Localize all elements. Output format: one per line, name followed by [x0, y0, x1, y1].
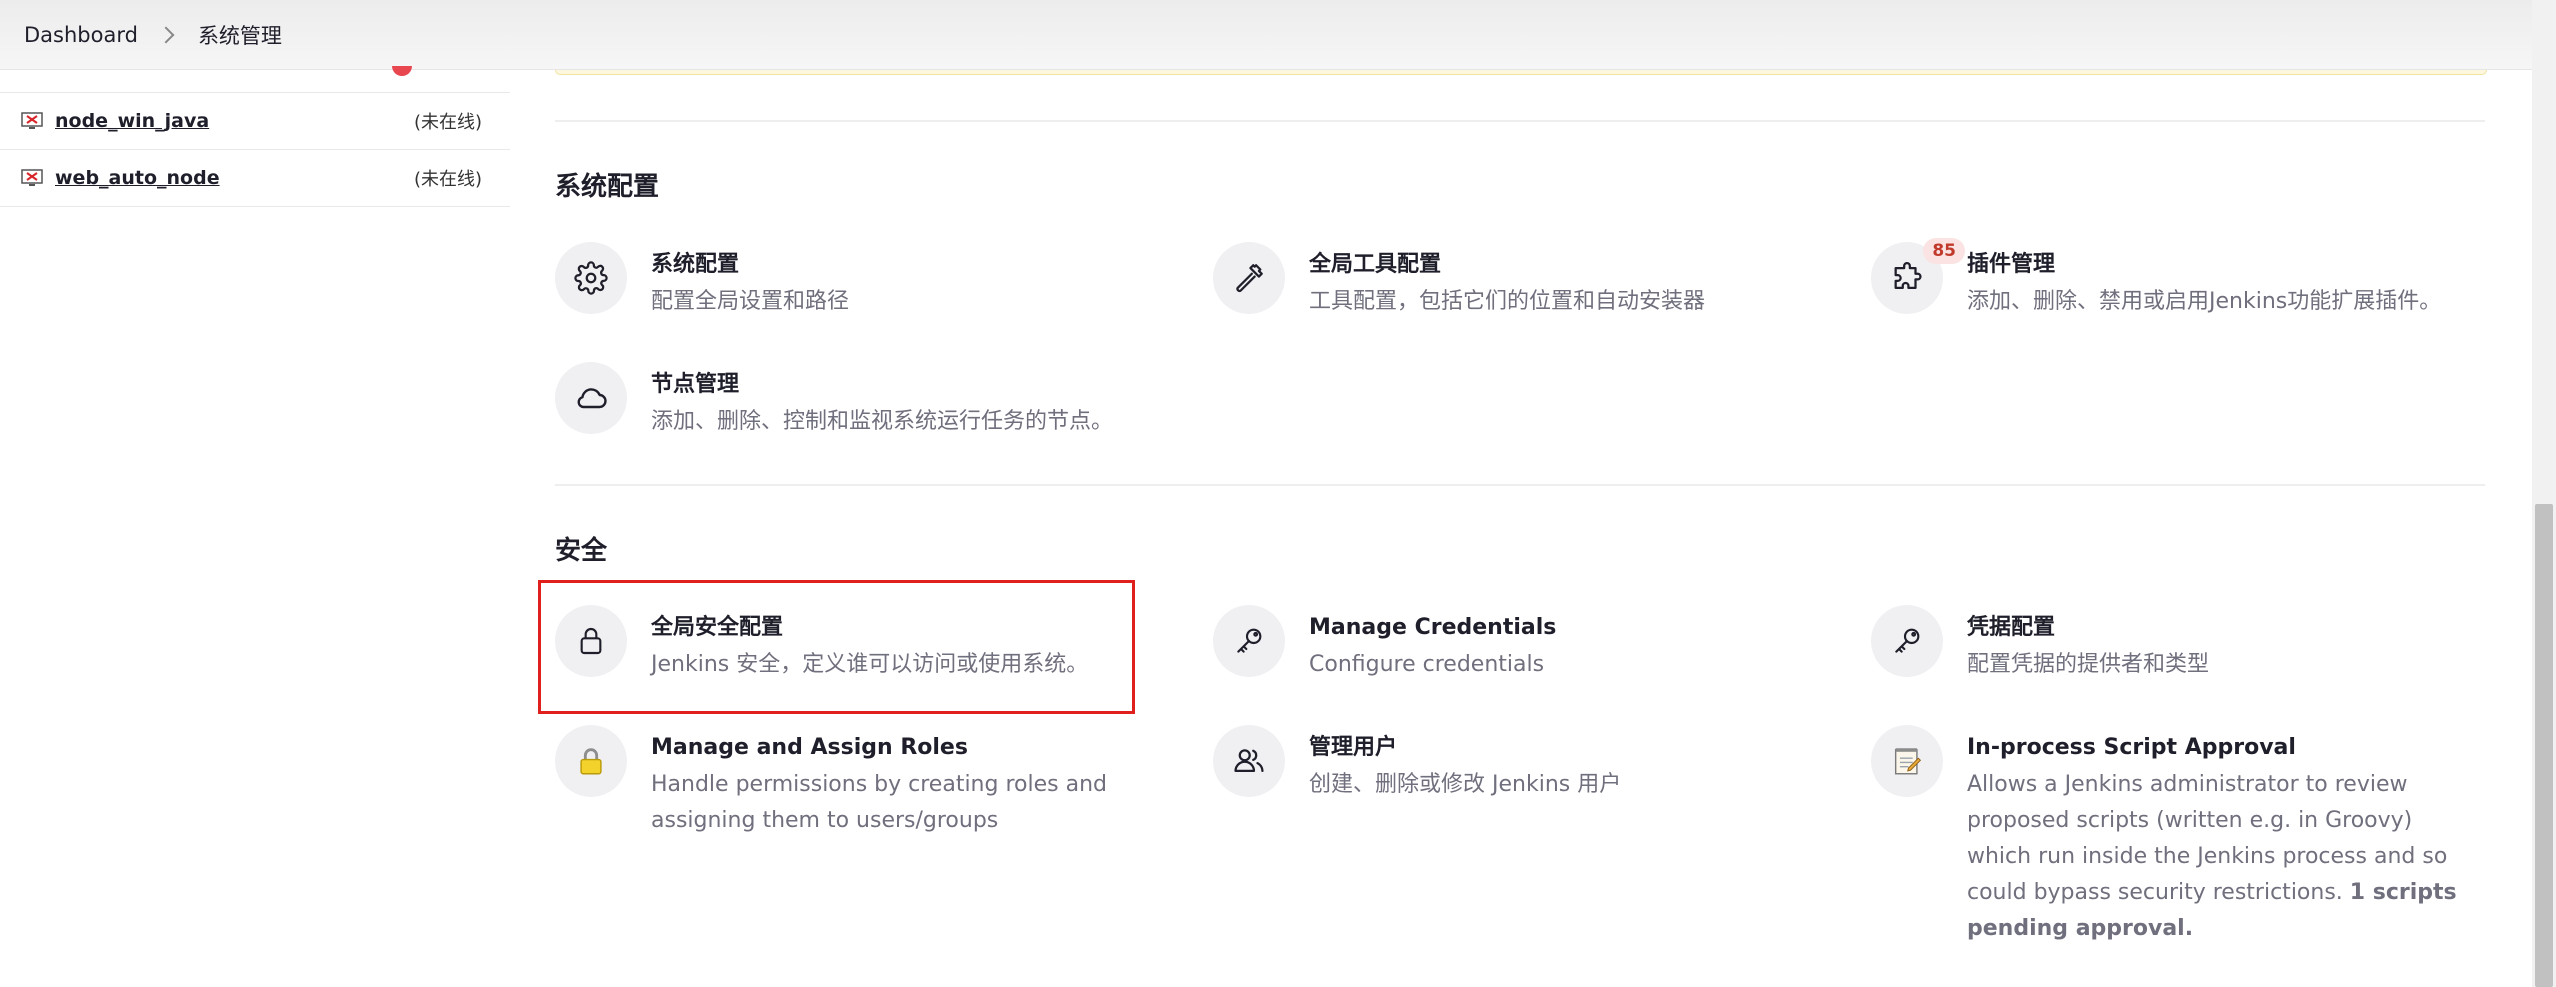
item-title: 凭据配置: [1967, 615, 2056, 640]
node-status: (未在线): [413, 112, 482, 133]
item-description: 配置全局设置和路径: [651, 289, 850, 314]
sidebar-node-list: node_win_java (未在线) web_auto_node (未在线): [0, 66, 510, 207]
divider: [555, 120, 2485, 122]
key-icon: [1871, 605, 1943, 677]
link-manage-assign-roles[interactable]: Manage and Assign Roles Handle permissio…: [555, 725, 1195, 839]
top-bar: Dashboard 系统管理: [0, 0, 2532, 70]
item-title: In-process Script Approval: [1967, 735, 2296, 760]
update-count-badge: 85: [1923, 238, 1965, 264]
status-badge: [392, 66, 412, 76]
sidebar-row-partial: [0, 66, 510, 93]
node-link[interactable]: node_win_java: [55, 110, 209, 132]
key-icon: [1213, 605, 1285, 677]
node-status: (未在线): [413, 169, 482, 190]
item-description: Configure credentials: [1309, 652, 1545, 677]
cloud-icon: [555, 362, 627, 434]
node-row: web_auto_node (未在线): [0, 150, 510, 207]
section-title-security: 安全: [555, 536, 608, 566]
breadcrumb-current: 系统管理: [197, 23, 282, 48]
item-description: 添加、删除、禁用或启用Jenkins功能扩展插件。: [1967, 289, 2442, 314]
link-manage-users[interactable]: 管理用户 创建、删除或修改 Jenkins 用户: [1213, 725, 1853, 803]
link-system-config[interactable]: 系统配置 配置全局设置和路径: [555, 242, 1195, 320]
offline-computer-icon: [21, 169, 43, 187]
item-title: 全局工具配置: [1309, 252, 1442, 277]
item-description: 创建、删除或修改 Jenkins 用户: [1309, 772, 1622, 797]
users-icon: [1213, 725, 1285, 797]
item-description: Handle permissions by creating roles and…: [651, 772, 1107, 833]
item-title: 系统配置: [651, 252, 740, 277]
item-description: Allows a Jenkins administrator to review…: [1967, 767, 2477, 947]
puzzle-icon: 85: [1871, 238, 1965, 314]
scrollbar-thumb[interactable]: [2535, 504, 2553, 987]
highlight-box: [538, 580, 1135, 714]
scrollbar[interactable]: [2532, 0, 2556, 987]
item-description: 添加、删除、控制和监视系统运行任务的节点。: [651, 409, 1114, 434]
item-description: 工具配置，包括它们的位置和自动安装器: [1309, 289, 1706, 314]
yellow-lock-icon: [555, 725, 627, 797]
link-script-approval[interactable]: In-process Script Approval Allows a Jenk…: [1871, 725, 2511, 947]
link-global-tool-config[interactable]: 全局工具配置 工具配置，包括它们的位置和自动安装器: [1213, 242, 1853, 320]
item-title: 节点管理: [651, 372, 740, 397]
item-description: 配置凭据的提供者和类型: [1967, 652, 2210, 677]
section-title-system: 系统配置: [555, 172, 660, 202]
breadcrumb-dashboard[interactable]: Dashboard: [24, 23, 138, 47]
item-title: 管理用户: [1309, 735, 1398, 760]
gear-icon: [555, 242, 627, 314]
link-plugin-manager[interactable]: 85 插件管理 添加、删除、禁用或启用Jenkins功能扩展插件。: [1871, 238, 2511, 320]
node-link[interactable]: web_auto_node: [55, 167, 220, 189]
item-title: Manage Credentials: [1309, 615, 1557, 640]
notepad-icon: [1871, 725, 1943, 797]
breadcrumb-chevron-icon: [157, 26, 175, 43]
warning-banner: [555, 70, 2487, 75]
item-title: 插件管理: [1967, 252, 2056, 277]
divider: [555, 484, 2485, 486]
link-credential-config[interactable]: 凭据配置 配置凭据的提供者和类型: [1871, 605, 2511, 683]
node-row: node_win_java (未在线): [0, 93, 510, 150]
hammer-icon: [1213, 242, 1285, 314]
link-node-manager[interactable]: 节点管理 添加、删除、控制和监视系统运行任务的节点。: [555, 362, 1195, 440]
item-title: Manage and Assign Roles: [651, 735, 968, 760]
offline-computer-icon: [21, 112, 43, 130]
link-manage-credentials[interactable]: Manage Credentials Configure credentials: [1213, 605, 1853, 683]
